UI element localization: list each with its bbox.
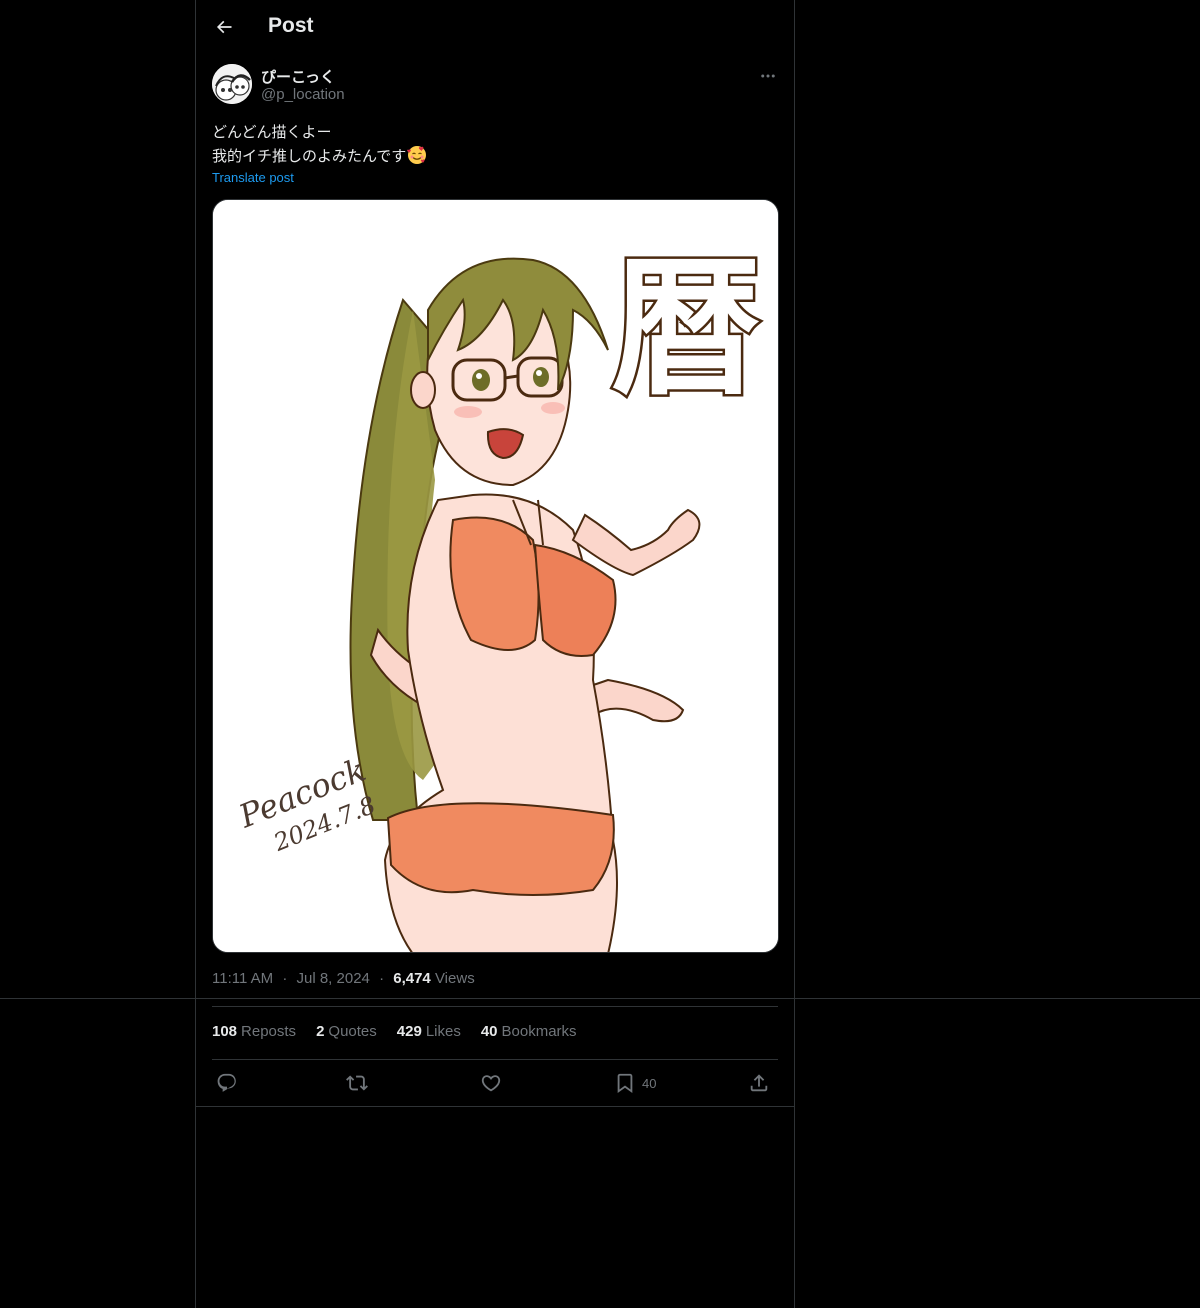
post-date[interactable]: Jul 8, 2024 xyxy=(297,970,370,987)
back-button[interactable] xyxy=(206,9,242,45)
reply-button[interactable] xyxy=(216,1072,238,1094)
meta-dot: · xyxy=(282,970,288,987)
bookmarks-count: 40 xyxy=(480,1023,498,1040)
image-kanji: 暦 xyxy=(611,242,761,416)
views-count: 6,474 xyxy=(393,970,431,987)
avatar[interactable] xyxy=(212,64,252,104)
bookmarks-label: Bookmarks xyxy=(501,1023,577,1040)
divider xyxy=(212,1006,778,1007)
smiling-face-with-hearts-icon xyxy=(407,146,427,164)
back-arrow-icon xyxy=(216,20,232,34)
display-name[interactable]: ぴーこっく xyxy=(261,66,335,87)
meta-dot: · xyxy=(379,970,385,987)
divider xyxy=(196,1106,794,1107)
post-text: どんどん描くよー 我的イチ推しのよみたんです xyxy=(212,120,780,168)
main-column: Post ぴーこっく @p_location どんどん描くよー 我的イチ推しのよ… xyxy=(195,0,795,1308)
post-meta: 11:11 AM · Jul 8, 2024 · 6,474 Views xyxy=(212,970,475,987)
quotes-count: 2 xyxy=(316,1023,325,1040)
engagement-stats: 108 Reposts 2 Quotes 429 Likes 40 Bookmarks xyxy=(212,1023,577,1040)
quotes-stat[interactable]: 2 Quotes xyxy=(316,1023,377,1040)
action-bar: 40 xyxy=(212,1060,778,1106)
page-title: Post xyxy=(268,14,314,37)
illustration: 暦 Peacock 2024.7.8 xyxy=(213,200,778,952)
post-line-with-emoji: 我的イチ推しのよみたんです xyxy=(212,144,780,168)
bookmarks-stat[interactable]: 40 Bookmarks xyxy=(481,1023,577,1040)
post-image[interactable]: 暦 Peacock 2024.7.8 xyxy=(212,199,779,953)
likes-count: 429 xyxy=(396,1023,422,1040)
reposts-stat[interactable]: 108 Reposts xyxy=(212,1023,296,1040)
post-time[interactable]: 11:11 AM xyxy=(212,970,273,987)
reposts-count: 108 xyxy=(212,1023,238,1040)
like-button[interactable] xyxy=(480,1072,502,1094)
avatar-image xyxy=(212,64,252,104)
translate-post-link[interactable]: Translate post xyxy=(212,170,294,185)
post-line: 我的イチ推しのよみたんです xyxy=(212,147,407,165)
reply-icon xyxy=(217,1073,236,1092)
repost-button[interactable] xyxy=(346,1072,368,1094)
views-label: Views xyxy=(434,970,475,987)
likes-stat[interactable]: 429 Likes xyxy=(397,1023,461,1040)
more-button[interactable] xyxy=(756,64,780,88)
like-icon xyxy=(481,1075,501,1092)
more-icon xyxy=(761,74,775,78)
quotes-label: Quotes xyxy=(328,1023,377,1040)
share-button[interactable] xyxy=(748,1072,770,1094)
reposts-label: Reposts xyxy=(241,1023,297,1040)
bookmark-icon xyxy=(617,1073,633,1094)
bookmark-count: 40 xyxy=(642,1075,657,1091)
user-handle[interactable]: @p_location xyxy=(261,86,345,103)
bookmark-button[interactable]: 40 xyxy=(614,1072,656,1094)
likes-label: Likes xyxy=(425,1023,461,1040)
author-row: ぴーこっく @p_location xyxy=(212,64,780,108)
post-line: どんどん描くよー xyxy=(212,123,332,141)
share-icon xyxy=(750,1074,768,1092)
repost-icon xyxy=(346,1075,368,1091)
header: Post xyxy=(196,0,794,54)
